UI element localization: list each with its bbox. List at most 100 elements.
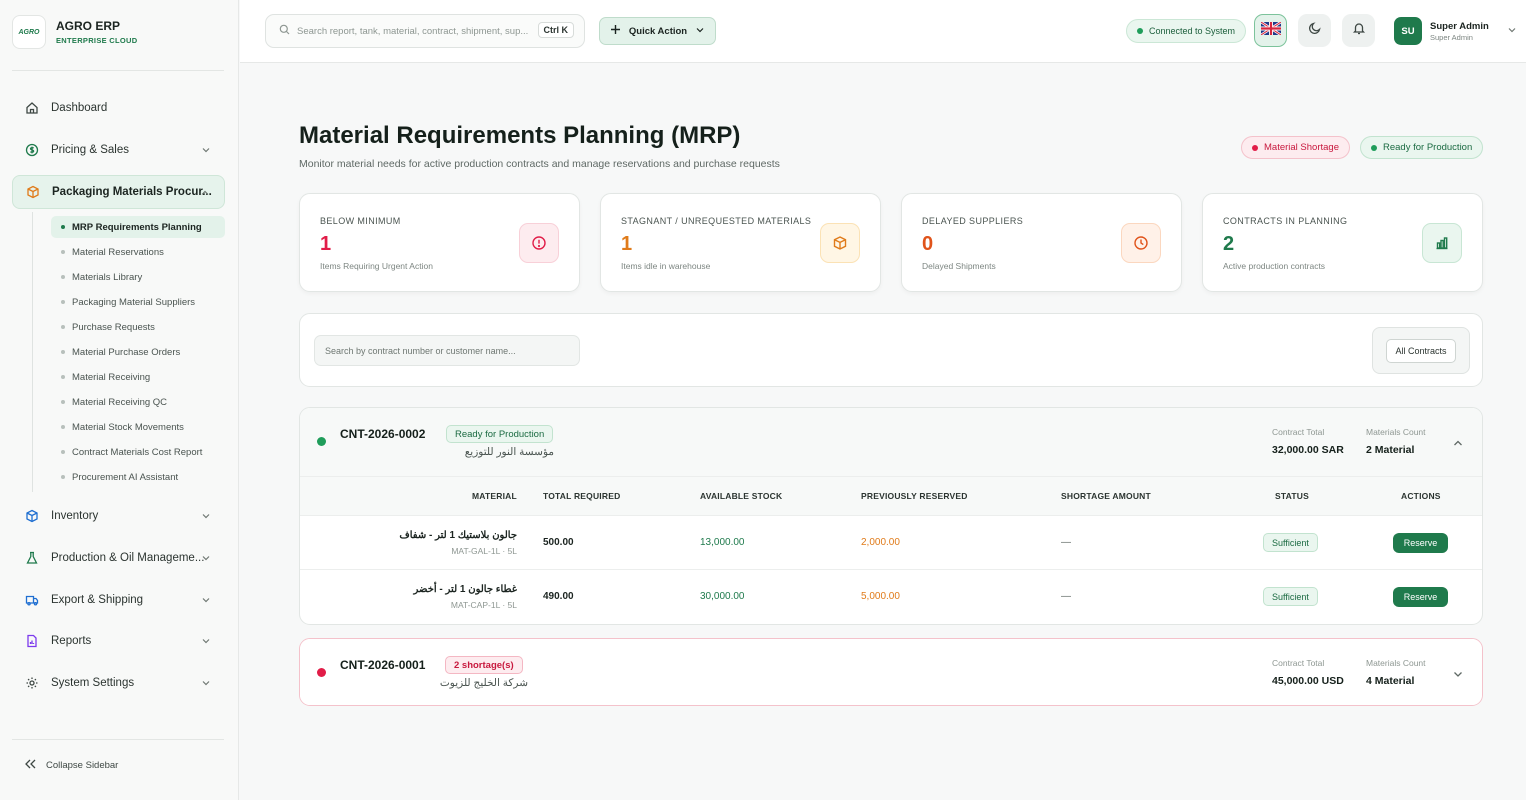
sub-item-materials-library[interactable]: Materials Library (51, 266, 225, 288)
sidebar-item-export-shipping[interactable]: Export & Shipping (12, 583, 225, 617)
double-chevron-left-icon (24, 758, 37, 773)
sub-item-label: Material Reservations (72, 246, 164, 258)
sidebar-item-label: Reports (51, 635, 92, 647)
sub-item-material-receiving[interactable]: Material Receiving (51, 366, 225, 388)
stat-value: 0 (922, 233, 934, 255)
contract-search-input[interactable]: Search by contract number or customer na… (314, 335, 580, 366)
shortage-amount: — (1061, 537, 1071, 548)
chevron-down-icon[interactable] (1452, 667, 1464, 685)
chevron-up-icon[interactable] (1452, 436, 1464, 454)
stat-card-contracts-in-planning: CONTRACTS IN PLANNING 2 Active productio… (1202, 193, 1483, 292)
column-header: STATUS (1275, 491, 1309, 501)
sub-item-label: Packaging Material Suppliers (72, 296, 196, 308)
column-header: AVAILABLE STOCK (700, 491, 783, 501)
contract-total-label: Contract Total (1272, 658, 1325, 668)
brand[interactable]: AGRO AGRO ERP ENTERPRISE CLOUD (12, 15, 137, 49)
legend-ready-for-production: Ready for Production (1360, 136, 1484, 159)
sidebar-item-label: System Settings (51, 677, 135, 689)
shortage-badge: 2 shortage(s) (445, 656, 523, 674)
notifications-button[interactable] (1342, 14, 1375, 47)
sidebar-item-label: Inventory (51, 510, 99, 522)
sub-item-suppliers[interactable]: Packaging Material Suppliers (51, 291, 225, 313)
sub-item-material-reservations[interactable]: Material Reservations (51, 241, 225, 263)
shortage-amount: — (1061, 591, 1071, 602)
reserve-button[interactable]: Reserve (1393, 533, 1448, 553)
sidebar-item-production[interactable]: Production & Oil Manageme... (12, 541, 225, 575)
bullet-icon (61, 250, 65, 254)
global-search-input[interactable]: Search report, tank, material, contract,… (265, 14, 585, 48)
chevron-down-icon (1507, 22, 1517, 40)
materials-count-value: 2 Material (1366, 444, 1415, 456)
collapse-sidebar-button[interactable]: Collapse Sidebar (24, 758, 118, 773)
sidebar: AGRO AGRO ERP ENTERPRISE CLOUD Dashboard… (0, 0, 239, 800)
bullet-icon (61, 275, 65, 279)
sub-item-stock-movements[interactable]: Material Stock Movements (51, 416, 225, 438)
materials-count-value: 4 Material (1366, 675, 1415, 687)
sub-item-ai-assistant[interactable]: Procurement AI Assistant (51, 466, 225, 488)
status-dot-icon (1252, 144, 1258, 151)
stat-card-delayed-suppliers: DELAYED SUPPLIERS 0 Delayed Shipments (901, 193, 1182, 292)
sub-item-label: MRP Requirements Planning (72, 221, 202, 233)
sidebar-item-pricing-sales[interactable]: Pricing & Sales (12, 133, 225, 167)
bullet-icon (61, 350, 65, 354)
sub-item-purchase-requests[interactable]: Purchase Requests (51, 316, 225, 338)
gear-icon (25, 676, 39, 690)
status-badge: Sufficient (1263, 587, 1318, 606)
brand-logo: AGRO (12, 15, 46, 49)
material-code: MAT-CAP-1L · 5L (450, 600, 517, 610)
chevron-down-icon (201, 553, 211, 566)
legend-label: Material Shortage (1264, 142, 1339, 153)
contract-card: CNT-2026-0001 2 shortage(s) شركة الخليج … (299, 638, 1483, 706)
contract-header[interactable]: CNT-2026-0002 Ready for Production مؤسسة… (300, 408, 1482, 476)
quick-action-button[interactable]: Quick Action (599, 17, 716, 45)
bar-chart-icon (1422, 223, 1462, 263)
theme-toggle-button[interactable] (1298, 14, 1331, 47)
stat-label: CONTRACTS IN PLANNING (1223, 216, 1348, 226)
reserve-button[interactable]: Reserve (1393, 587, 1448, 607)
plus-icon (610, 24, 621, 38)
stat-label: STAGNANT / UNREQUESTED MATERIALS (621, 216, 812, 226)
sidebar-item-system-settings[interactable]: System Settings (12, 666, 225, 700)
sidebar-item-inventory[interactable]: Inventory (12, 499, 225, 533)
language-button[interactable] (1254, 14, 1287, 47)
bullet-icon (61, 475, 65, 479)
bullet-icon (61, 325, 65, 329)
column-header: MATERIAL (472, 491, 517, 501)
sub-item-mrp[interactable]: MRP Requirements Planning (51, 216, 225, 238)
sidebar-item-reports[interactable]: Reports (12, 624, 225, 658)
sub-item-label: Materials Library (72, 271, 143, 283)
cube-icon (25, 509, 39, 523)
available-stock: 13,000.00 (700, 537, 745, 548)
report-icon (25, 634, 39, 648)
page-title: Material Requirements Planning (MRP) (299, 122, 741, 149)
user-menu[interactable]: SU Super Admin Super Admin (1394, 17, 1517, 45)
bullet-icon (61, 300, 65, 304)
sidebar-item-dashboard[interactable]: Dashboard (12, 91, 225, 125)
contract-filter-select[interactable]: All Contracts (1372, 327, 1470, 374)
legend-material-shortage: Material Shortage (1241, 136, 1350, 159)
sub-item-label: Material Stock Movements (72, 421, 184, 433)
customer-name: شركة الخليج للزيوت (439, 677, 528, 689)
contract-total-value: 32,000.00 SAR (1272, 444, 1344, 456)
sidebar-item-label: Dashboard (51, 102, 108, 114)
stat-value: 1 (320, 233, 332, 255)
contract-header[interactable]: CNT-2026-0001 2 shortage(s) شركة الخليج … (300, 639, 1482, 705)
sub-item-purchase-orders[interactable]: Material Purchase Orders (51, 341, 225, 363)
dollar-circle-icon (25, 143, 39, 157)
contract-total-label: Contract Total (1272, 427, 1325, 437)
quick-action-label: Quick Action (628, 25, 688, 37)
total-required: 490.00 (543, 591, 574, 602)
connection-status: Connected to System (1126, 19, 1247, 43)
status-dot-icon (1371, 144, 1377, 151)
bullet-icon (61, 400, 65, 404)
moon-icon (1308, 21, 1322, 40)
stat-label: BELOW MINIMUM (320, 216, 401, 226)
stat-description: Items idle in warehouse (621, 261, 711, 271)
brand-subtitle: ENTERPRISE CLOUD (56, 36, 138, 45)
sub-item-receiving-qc[interactable]: Material Receiving QC (51, 391, 225, 413)
sub-item-cost-report[interactable]: Contract Materials Cost Report (51, 441, 225, 463)
sidebar-item-packaging-materials[interactable]: Packaging Materials Procur... (12, 175, 225, 209)
chevron-down-icon (201, 145, 211, 158)
truck-icon (25, 593, 39, 607)
material-code: MAT-GAL-1L · 5L (451, 546, 517, 556)
